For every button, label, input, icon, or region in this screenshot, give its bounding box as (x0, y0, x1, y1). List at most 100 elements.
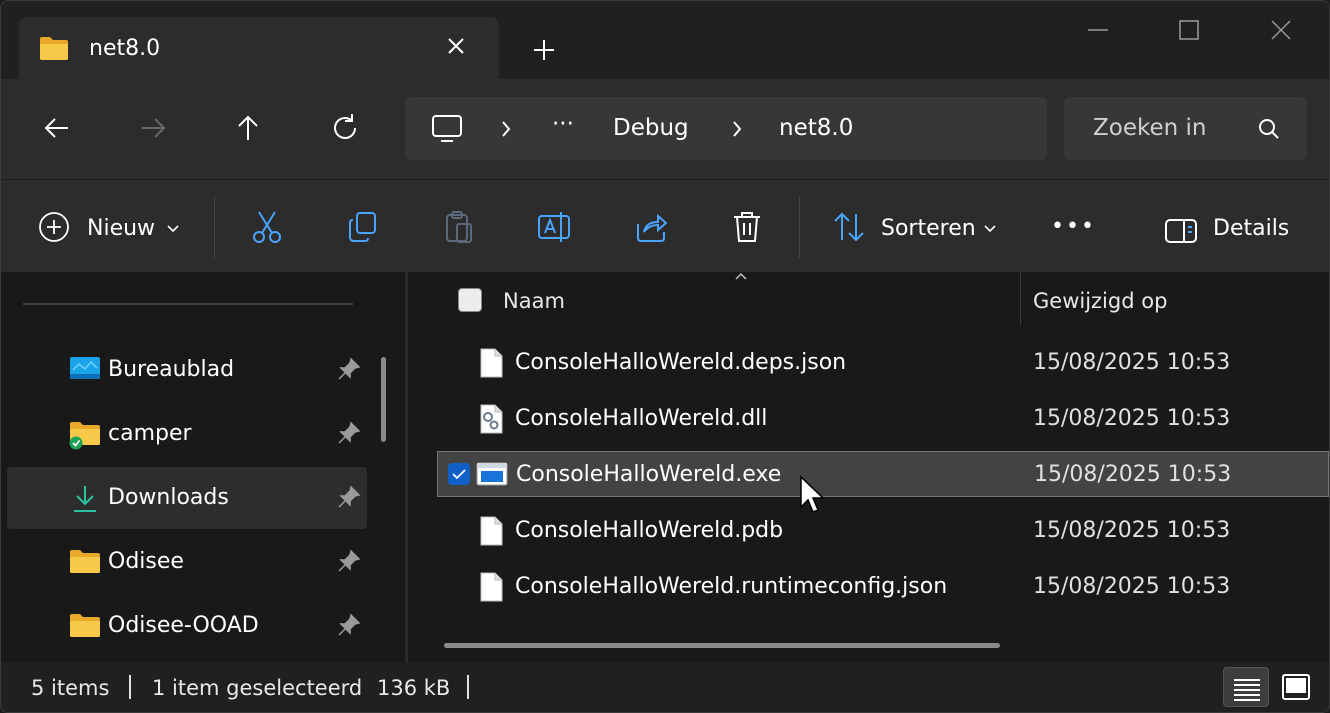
file-modified: 15/08/2025 10:53 (1033, 406, 1231, 431)
title-bar: net8.0 (1, 1, 1329, 79)
sort-button[interactable]: Sorteren (881, 216, 976, 241)
file-name: ConsoleHalloWereld.dll (515, 406, 768, 431)
sidebar-item-label: Downloads (108, 485, 229, 510)
minimize-icon[interactable] (1083, 15, 1113, 45)
copy-icon[interactable] (346, 210, 380, 244)
close-window-icon[interactable] (1266, 15, 1296, 45)
toolbar-divider (799, 196, 800, 258)
pin-icon[interactable] (337, 485, 361, 509)
address-bar[interactable]: ··· Debug net8.0 (405, 97, 1047, 160)
sidebar-divider (23, 303, 353, 305)
sidebar-item-label: camper (108, 421, 192, 446)
sidebar-item-label: Odisee-OOAD (108, 613, 259, 638)
breadcrumb-debug[interactable]: Debug (613, 115, 689, 141)
forward-arrow-icon[interactable] (136, 111, 170, 145)
file-row[interactable]: ConsoleHalloWereld.deps.json 15/08/2025 … (437, 340, 1329, 386)
tab-net8[interactable]: net8.0 (19, 17, 499, 79)
status-divider (467, 675, 469, 699)
cut-icon[interactable] (250, 210, 284, 244)
file-row-selected[interactable]: ConsoleHalloWereld.exe 15/08/2025 10:53 (437, 451, 1329, 497)
file-explorer-window: net8.0 ··· Debug net8.0 Zoeken in Nieuw … (0, 0, 1330, 713)
file-name: ConsoleHalloWereld.deps.json (515, 350, 847, 375)
checkmark-icon (452, 469, 466, 480)
synced-folder-icon (69, 422, 100, 450)
details-pane-icon[interactable] (1164, 214, 1198, 248)
select-all-checkbox[interactable] (458, 288, 482, 312)
chevron-right-icon[interactable] (499, 119, 513, 139)
file-modified: 15/08/2025 10:53 (1033, 350, 1231, 375)
search-icon (1259, 119, 1279, 139)
file-row[interactable]: ConsoleHalloWereld.runtimeconfig.json 15… (437, 564, 1329, 610)
selection-size: 136 kB (377, 676, 451, 700)
sidebar-scrollbar[interactable] (381, 357, 386, 442)
tiles-view-icon (1282, 674, 1310, 700)
refresh-icon[interactable] (328, 111, 362, 145)
dll-file-icon (480, 404, 503, 434)
paste-icon[interactable] (442, 210, 476, 244)
column-divider[interactable] (1020, 272, 1021, 325)
sidebar-item-odisee-ooad[interactable]: Odisee-OOAD (7, 595, 367, 657)
breadcrumb-net8[interactable]: net8.0 (779, 115, 853, 141)
up-arrow-icon[interactable] (231, 111, 265, 145)
new-button[interactable]: Nieuw (87, 216, 155, 241)
horizontal-scrollbar[interactable] (444, 643, 1000, 648)
column-header-modified[interactable]: Gewijzigd op (1033, 289, 1167, 313)
sort-icon[interactable] (832, 210, 866, 244)
more-options-button[interactable]: ••• (1051, 214, 1096, 239)
item-count: 5 items (31, 676, 110, 700)
file-list: Naam Gewijzigd op ConsoleHalloWereld.dep… (408, 272, 1329, 662)
pin-icon[interactable] (337, 421, 361, 445)
folder-icon (70, 614, 100, 637)
computer-icon (432, 115, 462, 142)
pin-icon[interactable] (337, 613, 361, 637)
toolbar-divider (214, 196, 215, 258)
folder-icon (70, 550, 100, 573)
sidebar-item-downloads[interactable]: Downloads (7, 467, 367, 529)
pin-icon[interactable] (337, 549, 361, 573)
tiles-view-button[interactable] (1273, 667, 1319, 707)
download-icon (74, 486, 96, 512)
row-checkbox[interactable] (448, 463, 470, 485)
command-bar: Nieuw Sorteren ••• Details (1, 179, 1329, 273)
breadcrumb-ellipsis[interactable]: ··· (552, 111, 574, 137)
chevron-right-icon[interactable] (730, 119, 744, 139)
column-header-name[interactable]: Naam (503, 289, 565, 313)
maximize-icon[interactable] (1174, 15, 1204, 45)
file-name: ConsoleHalloWereld.pdb (515, 518, 784, 543)
back-arrow-icon[interactable] (40, 111, 74, 145)
chevron-down-icon[interactable] (983, 224, 997, 234)
mouse-cursor-icon (800, 475, 825, 513)
details-view-icon (1234, 679, 1260, 701)
details-button[interactable]: Details (1213, 216, 1289, 241)
file-modified: 15/08/2025 10:53 (1033, 574, 1231, 599)
share-icon[interactable] (634, 210, 668, 244)
sidebar-item-label: Bureaublad (108, 357, 235, 382)
file-icon (480, 348, 503, 378)
file-name: ConsoleHalloWereld.exe (516, 462, 782, 487)
file-row[interactable]: ConsoleHalloWereld.pdb 15/08/2025 10:53 (437, 508, 1329, 554)
exe-file-icon (476, 462, 508, 486)
navigation-bar: ··· Debug net8.0 Zoeken in (1, 79, 1329, 179)
new-tab-icon[interactable] (529, 35, 559, 65)
plus-circle-icon[interactable] (38, 210, 70, 244)
file-name: ConsoleHalloWereld.runtimeconfig.json (515, 574, 948, 599)
selection-count: 1 item geselecteerd (152, 676, 363, 700)
sidebar-item-camper[interactable]: camper (7, 403, 367, 465)
delete-icon[interactable] (730, 210, 764, 244)
details-view-button[interactable] (1223, 667, 1269, 707)
search-box[interactable]: Zoeken in (1064, 97, 1307, 160)
file-row[interactable]: ConsoleHalloWereld.dll 15/08/2025 10:53 (437, 396, 1329, 442)
navigation-pane: Bureaublad camper Downloads Odisee Odise… (1, 272, 405, 662)
folder-icon (40, 37, 68, 60)
rename-icon[interactable] (537, 210, 571, 244)
sidebar-item-odisee[interactable]: Odisee (7, 531, 367, 593)
sidebar-item-desktop[interactable]: Bureaublad (7, 339, 367, 401)
file-icon (480, 516, 503, 546)
file-modified: 15/08/2025 10:53 (1034, 462, 1232, 487)
chevron-down-icon[interactable] (166, 224, 180, 234)
file-modified: 15/08/2025 10:53 (1033, 518, 1231, 543)
file-icon (480, 572, 503, 602)
close-tab-icon[interactable] (443, 33, 469, 59)
search-input[interactable]: Zoeken in (1093, 115, 1206, 141)
pin-icon[interactable] (337, 357, 361, 381)
